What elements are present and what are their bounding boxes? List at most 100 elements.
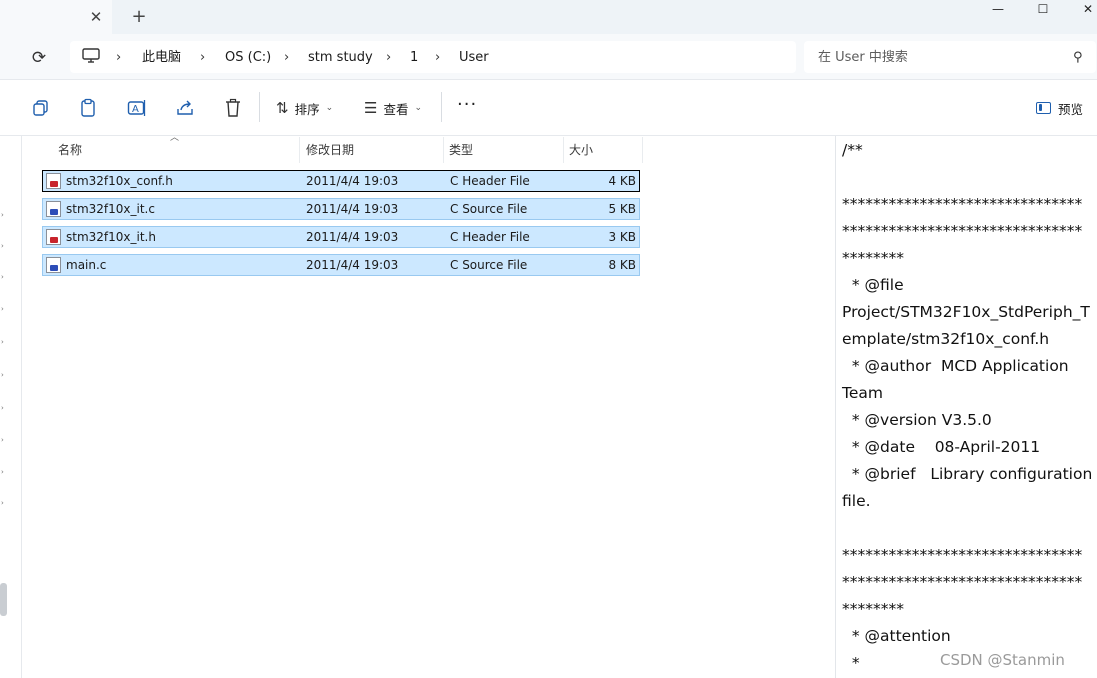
maximize-button[interactable]: ☐ xyxy=(1020,0,1066,18)
preview-text-line: * @author MCD Application xyxy=(842,357,1069,375)
delete-icon[interactable] xyxy=(224,98,242,118)
column-header-date[interactable]: 修改日期 xyxy=(298,137,444,163)
preview-text-line: ******************************* xyxy=(842,222,1083,240)
file-row[interactable]: stm32f10x_conf.h 2011/4/4 19:03 C Header F… xyxy=(42,170,640,192)
c-source-file-icon xyxy=(46,257,61,273)
computer-icon[interactable] xyxy=(82,48,100,64)
column-header-size[interactable]: 大小 xyxy=(561,137,643,163)
preview-pane-divider xyxy=(835,136,836,678)
breadcrumb-1[interactable]: 1 xyxy=(410,49,418,67)
file-type: C Header File xyxy=(450,230,530,244)
expand-arrow-icon[interactable]: › xyxy=(1,405,5,412)
file-name[interactable]: stm32f10x_conf.h xyxy=(66,171,296,191)
expand-arrow-icon[interactable]: › xyxy=(1,212,5,219)
svg-text:A: A xyxy=(132,104,139,115)
breadcrumb-stm-study[interactable]: stm study xyxy=(308,49,373,67)
expand-arrow-icon[interactable]: › xyxy=(1,306,5,313)
file-name[interactable]: stm32f10x_it.h xyxy=(66,227,296,247)
preview-pane-icon xyxy=(1036,102,1051,114)
search-icon[interactable]: ⚲ xyxy=(1073,50,1089,66)
preview-text-line: emplate/stm32f10x_conf.h xyxy=(842,330,1050,348)
breadcrumb-this-pc[interactable]: 此电脑 xyxy=(142,49,181,67)
expand-arrow-icon[interactable]: › xyxy=(1,274,5,281)
column-header-name[interactable]: 名称 xyxy=(50,137,300,163)
file-row[interactable]: stm32f10x_it.c 2011/4/4 19:03 C Source Fil… xyxy=(42,198,640,220)
chevron-down-icon: ⌄ xyxy=(414,103,423,113)
preview-text-line: * @attention xyxy=(842,627,951,645)
expand-arrow-icon[interactable]: › xyxy=(1,339,5,346)
preview-text-line: * @date 08-April-2011 xyxy=(842,438,1041,456)
copy-icon[interactable] xyxy=(32,99,50,117)
preview-text-line: file. xyxy=(842,492,871,510)
file-type: C Source File xyxy=(450,202,528,216)
file-size: 5 KB xyxy=(608,202,636,216)
view-label: 查看 xyxy=(383,101,409,117)
file-name[interactable]: main.c xyxy=(66,255,296,275)
file-type: C Source File xyxy=(450,258,528,272)
chevron-right-icon[interactable]: › xyxy=(435,49,440,67)
file-name[interactable]: stm32f10x_it.c xyxy=(66,199,296,219)
close-icon[interactable]: ✕ xyxy=(88,9,104,25)
minimize-button[interactable]: — xyxy=(975,0,1021,18)
preview-text-line: * @file xyxy=(842,276,904,294)
chevron-right-icon[interactable]: › xyxy=(116,49,121,67)
file-row[interactable]: main.c 2011/4/4 19:03 C Source File 8 KB xyxy=(42,254,640,276)
file-date: 2011/4/4 19:03 xyxy=(306,230,399,244)
preview-text-line: * @version V3.5.0 xyxy=(842,411,992,429)
view-list-icon: ☰ xyxy=(364,99,378,117)
rename-icon[interactable]: A xyxy=(127,99,147,117)
divider xyxy=(259,92,260,122)
file-type: C Header File xyxy=(450,174,530,188)
preview-text-line: * @brief Library configuration xyxy=(842,465,1093,483)
sort-label: 排序 xyxy=(294,101,320,117)
c-header-file-icon xyxy=(46,173,61,189)
expand-arrow-icon[interactable]: › xyxy=(1,437,5,444)
preview-text-line: ******************************* xyxy=(842,195,1083,213)
breadcrumb-user[interactable]: User xyxy=(459,49,489,67)
file-size: 8 KB xyxy=(608,258,636,272)
breadcrumb-drive[interactable]: OS (C:) xyxy=(225,49,271,67)
expand-arrow-icon[interactable]: › xyxy=(1,372,5,379)
refresh-icon[interactable]: ⟳ xyxy=(28,47,50,69)
preview-text-line xyxy=(842,515,1092,542)
search-placeholder: 在 User 中搜索 xyxy=(818,50,908,65)
preview-pane: /** ******************************* *****… xyxy=(842,137,1092,677)
preview-text-line: /** xyxy=(842,141,863,159)
sort-button[interactable]: ⇅ 排序 ⌄ xyxy=(276,96,333,120)
chevron-right-icon[interactable]: › xyxy=(200,49,205,67)
expand-arrow-icon[interactable]: › xyxy=(1,469,5,476)
file-row[interactable]: stm32f10x_it.h 2011/4/4 19:03 C Header Fil… xyxy=(42,226,640,248)
command-bar xyxy=(0,80,1097,136)
c-source-file-icon xyxy=(46,201,61,217)
file-date: 2011/4/4 19:03 xyxy=(306,202,399,216)
preview-text-line: ******************************* xyxy=(842,573,1083,591)
preview-text-line: ******************************* xyxy=(842,546,1083,564)
expand-arrow-icon[interactable]: › xyxy=(1,243,5,250)
watermark: CSDN @Stanmin xyxy=(940,651,1065,669)
chevron-right-icon[interactable]: › xyxy=(284,49,289,67)
preview-label: 预览 xyxy=(1058,101,1084,117)
expand-arrow-icon[interactable]: › xyxy=(1,500,5,507)
tab-strip xyxy=(0,0,1097,34)
share-icon[interactable] xyxy=(175,99,195,117)
file-date: 2011/4/4 19:03 xyxy=(306,174,399,188)
preview-text-line: ******** xyxy=(842,600,904,618)
plus-icon[interactable]: + xyxy=(130,8,148,26)
file-size: 4 KB xyxy=(608,174,636,188)
file-size: 3 KB xyxy=(608,230,636,244)
more-options-button[interactable]: ··· xyxy=(457,96,477,120)
divider xyxy=(441,92,442,122)
preview-button[interactable]: 预览 xyxy=(1036,98,1083,118)
paste-icon[interactable] xyxy=(79,98,97,118)
file-date: 2011/4/4 19:03 xyxy=(306,258,399,272)
nav-scrollbar-thumb[interactable] xyxy=(0,583,7,616)
preview-text-line xyxy=(842,164,1092,191)
sort-icon: ⇅ xyxy=(276,99,289,117)
c-header-file-icon xyxy=(46,229,61,245)
chevron-right-icon[interactable]: › xyxy=(386,49,391,67)
view-button[interactable]: ☰ 查看 ⌄ xyxy=(364,96,422,120)
chevron-down-icon: ⌄ xyxy=(325,103,334,113)
window-close-button[interactable]: ✕ xyxy=(1065,0,1097,18)
preview-text-line: ******** xyxy=(842,249,904,267)
column-header-type[interactable]: 类型 xyxy=(441,137,564,163)
